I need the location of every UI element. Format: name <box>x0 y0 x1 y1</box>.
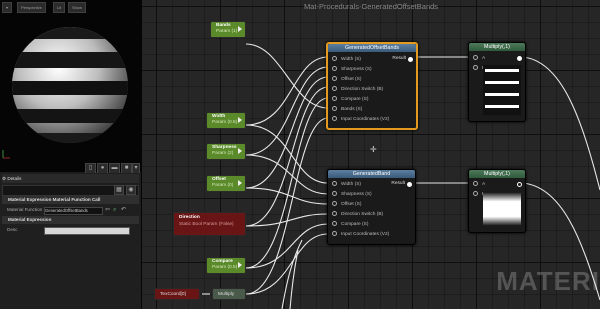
material-graph[interactable]: Mat-Procedurals-GeneratedOffsetBands Ban… <box>142 0 600 309</box>
material-function-row: Material Function GeneratedOffsetBands ⇦… <box>7 206 127 215</box>
chevron-down-icon[interactable] <box>238 262 242 268</box>
texcoord-node[interactable]: TexCoord[0] <box>154 288 200 300</box>
perspective-button[interactable]: Perspective <box>17 2 46 13</box>
details-search-input[interactable]: ▦ ◉ <box>2 185 139 196</box>
property-matrix-icon[interactable]: ▦ <box>114 185 124 195</box>
eye-icon[interactable]: ◉ <box>126 185 136 195</box>
lit-button[interactable]: Lit <box>53 2 66 13</box>
browse-icon[interactable]: ⌕ <box>113 206 116 214</box>
left-panel: ▾ Perspective Lit Show ▯ ● ▬ ■ ▾ ⚙ Detai… <box>0 0 142 309</box>
multiply-1-preview <box>483 65 521 115</box>
details-panel: ⚙ Details ▦ ◉ Material Expression Materi… <box>0 173 141 309</box>
input-bands[interactable]: Bands (S) <box>332 106 362 112</box>
output-pin[interactable] <box>408 57 413 62</box>
node-generated-offset-bands[interactable]: GeneratedOffsetBands Width (S) Sharpness… <box>326 42 418 130</box>
input-offset[interactable]: Offset (S) <box>332 201 361 207</box>
details-icon: ⚙ <box>2 176 7 181</box>
reset-icon[interactable]: ↶ <box>121 206 126 214</box>
param-bands[interactable]: Bands Param (1) <box>210 21 246 38</box>
chevron-down-icon[interactable] <box>238 26 242 32</box>
cursor-icon: ✛ <box>370 145 377 154</box>
material-preview-viewport[interactable]: ▾ Perspective Lit Show ▯ ● ▬ ■ ▾ <box>0 0 141 174</box>
arrow-left-icon[interactable]: ⇦ <box>105 206 110 214</box>
output-pin[interactable] <box>407 182 412 187</box>
input-compare[interactable]: Compare (S) <box>332 96 368 102</box>
node-generated-band[interactable]: GeneratedBand Width (S) Sharpness (S) Of… <box>327 169 416 245</box>
chevron-down-icon[interactable] <box>238 117 242 123</box>
node-multiply-2[interactable]: Multiply(,1) A B <box>468 169 526 233</box>
input-width[interactable]: Width (S) <box>332 56 361 62</box>
details-tab[interactable]: ⚙ Details <box>2 174 139 183</box>
output-result[interactable]: Result <box>392 56 406 61</box>
output-result[interactable]: Result <box>391 181 405 186</box>
chevron-down-icon[interactable] <box>238 180 242 186</box>
input-compare[interactable]: Compare (S) <box>332 221 368 227</box>
output-pin[interactable] <box>517 182 522 187</box>
input-sharpness[interactable]: Sharpness (S) <box>332 66 372 72</box>
input-direction-switch[interactable]: Direction Switch (B) <box>332 211 383 217</box>
param-offset[interactable]: Offset Param (0) <box>206 175 246 192</box>
section-function-call[interactable]: Material Expression Material Function Ca… <box>2 196 139 204</box>
input-direction-switch[interactable]: Direction Switch (B) <box>332 86 383 92</box>
input-a[interactable]: A <box>473 55 485 61</box>
output-pin[interactable] <box>517 56 522 61</box>
chevron-down-icon[interactable] <box>238 148 242 154</box>
param-width[interactable]: Width Param (0.5) <box>206 112 246 129</box>
desc-row: Desc <box>2 226 139 235</box>
input-coordinates[interactable]: Input Coordinates (V2) <box>332 116 389 122</box>
input-a[interactable]: A <box>473 181 485 187</box>
section-expression[interactable]: Material Expression <box>2 216 139 224</box>
input-sharpness[interactable]: Sharpness (S) <box>332 191 372 197</box>
preview-sphere <box>2 27 128 159</box>
material-function-value[interactable]: GeneratedOffsetBands <box>44 207 103 215</box>
input-width[interactable]: Width (S) <box>332 181 361 187</box>
viewport-menu-button[interactable]: ▾ <box>2 2 13 13</box>
show-button[interactable]: Show <box>68 2 87 13</box>
param-compare[interactable]: Compare Param (0.5) <box>206 257 246 274</box>
watermark: MATERI <box>496 266 600 296</box>
multiply-2-preview <box>483 192 521 226</box>
multiply-small-node[interactable]: Multiply <box>212 288 246 300</box>
param-sharpness[interactable]: Sharpness Param (2) <box>206 143 246 160</box>
desc-input[interactable] <box>44 227 130 235</box>
node-multiply-1[interactable]: Multiply(,1) A B <box>468 42 526 122</box>
param-direction[interactable]: Direction Static Bool Param (False) <box>173 212 246 236</box>
input-offset[interactable]: Offset (S) <box>332 76 361 82</box>
input-coordinates[interactable]: Input Coordinates (V2) <box>332 231 389 237</box>
